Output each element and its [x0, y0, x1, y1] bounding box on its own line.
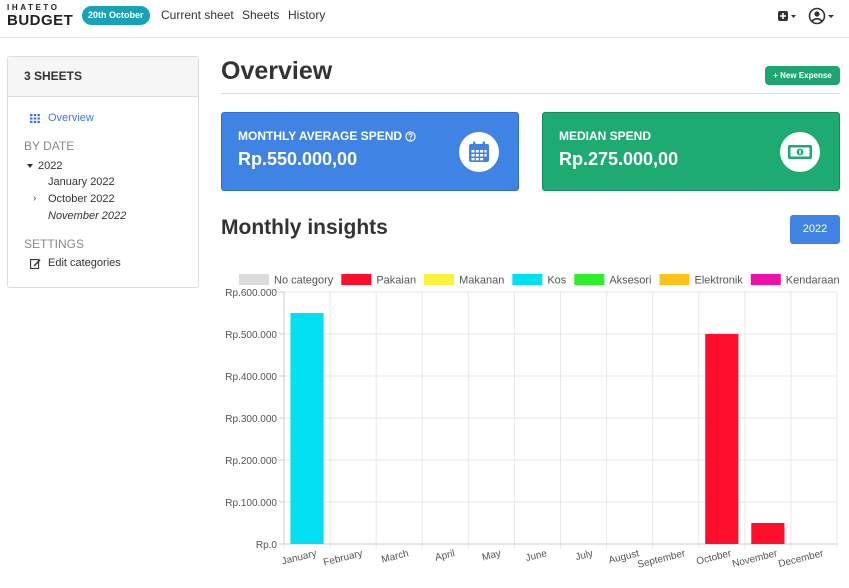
- legend-label: Aksesori: [609, 275, 651, 287]
- legend-swatch: [424, 274, 455, 285]
- sidebar-item-overview-label: Overview: [48, 112, 94, 124]
- legend-swatch: [239, 274, 269, 285]
- add-menu-button[interactable]: [777, 8, 799, 24]
- monthly-insights-title: Monthly insights: [221, 216, 388, 239]
- user-menu-button[interactable]: [808, 6, 836, 26]
- bar-pakaian-october: [705, 334, 739, 544]
- y-tick-label: Rp.400.000: [225, 372, 277, 383]
- x-tick-label: September: [636, 548, 687, 571]
- x-tick-label: June: [524, 548, 548, 564]
- logo-bottom-text: BUDGET: [7, 12, 74, 29]
- legend-label: Pakaian: [376, 275, 416, 287]
- plus-square-icon: [778, 11, 796, 21]
- sidebar-header: 3 SHEETS: [8, 57, 198, 97]
- sidebar-item-edit-categories[interactable]: Edit categories: [30, 257, 121, 269]
- user-circle-icon: [808, 7, 834, 25]
- app-logo[interactable]: IHATETO BUDGET: [7, 3, 73, 31]
- bar-chart-svg: No category Pakaian Makanan Kos Aksesori Elek…: [225, 274, 840, 571]
- top-navbar: IHATETO BUDGET 20th October Current shee…: [0, 0, 849, 38]
- x-tick-label: December: [777, 548, 825, 570]
- legend-swatch: [659, 274, 690, 285]
- calendar-icon: [469, 141, 489, 162]
- y-tick-label: Rp.500.000: [225, 330, 277, 341]
- legend-label: No category: [274, 275, 334, 287]
- sidebar: 3 SHEETS Overview BY DATE 2022 January 2…: [7, 56, 199, 288]
- year-select-button[interactable]: 2022: [790, 215, 840, 244]
- legend-swatch: [512, 274, 543, 285]
- page-title: Overview: [221, 57, 333, 85]
- sidebar-section-by-date: BY DATE: [24, 139, 75, 153]
- x-tick-label: April: [434, 548, 456, 564]
- title-divider: [221, 93, 840, 94]
- sidebar-item-november-2022[interactable]: November 2022: [48, 210, 126, 222]
- median-spend-value: Rp.275.000,00: [559, 149, 679, 169]
- x-tick-label: October: [695, 548, 733, 567]
- x-tick-label: February: [322, 548, 363, 568]
- x-tick-label: November: [731, 548, 779, 570]
- monthly-average-label: MONTHLY AVERAGE SPEND: [238, 129, 403, 143]
- median-spend-card: MEDIAN SPEND Rp.275.000,00: [542, 112, 840, 191]
- grid-icon: [30, 113, 40, 123]
- question-circle-icon[interactable]: [405, 130, 416, 142]
- legend-swatch: [341, 274, 372, 285]
- new-expense-label: New Expense: [780, 71, 832, 80]
- date-badge: 20th October: [82, 6, 150, 25]
- money-icon: [788, 145, 812, 159]
- sidebar-item-january-2022[interactable]: January 2022: [48, 176, 115, 188]
- y-tick-label: Rp.300.000: [225, 414, 277, 425]
- legend-label: Elektronik: [695, 275, 744, 287]
- caret-down-icon: [27, 164, 33, 168]
- sidebar-item-october-2022[interactable]: October 2022: [48, 193, 115, 205]
- chevron-right-icon[interactable]: ›: [33, 193, 36, 204]
- monthly-average-value: Rp.550.000,00: [238, 149, 358, 169]
- legend-swatch: [574, 274, 605, 285]
- nav-link-sheets[interactable]: Sheets: [242, 8, 279, 23]
- calendar-icon-badge: [459, 132, 499, 172]
- legend-label: Makanan: [459, 275, 504, 287]
- x-tick-label: March: [380, 548, 410, 565]
- legend-label: Kendaraan: [786, 275, 840, 287]
- logo-top-text: IHATETO: [7, 3, 60, 12]
- sidebar-item-edit-categories-label: Edit categories: [48, 257, 121, 269]
- sidebar-section-settings: SETTINGS: [24, 237, 85, 251]
- edit-icon: [30, 258, 41, 269]
- bar-kos-january: [290, 313, 324, 544]
- y-tick-label: Rp.0: [256, 540, 278, 551]
- x-tick-label: May: [481, 548, 502, 563]
- monthly-average-card: MONTHLY AVERAGE SPEND Rp.550.000,00: [221, 112, 519, 191]
- bar-pakaian-november: [751, 523, 785, 544]
- legend-swatch: [750, 274, 781, 285]
- new-expense-button[interactable]: + New Expense: [765, 66, 840, 85]
- sidebar-item-overview[interactable]: Overview: [30, 112, 94, 124]
- nav-link-current-sheet[interactable]: Current sheet: [161, 8, 234, 23]
- money-icon-badge: [780, 132, 820, 172]
- monthly-insights-chart: No category Pakaian Makanan Kos Aksesori Elek…: [221, 262, 846, 582]
- y-tick-label: Rp.600.000: [225, 288, 277, 299]
- x-tick-label: July: [574, 548, 594, 563]
- x-tick-label: January: [281, 548, 318, 567]
- nav-link-history[interactable]: History: [288, 8, 325, 23]
- sidebar-year-toggle[interactable]: 2022: [27, 160, 62, 172]
- y-tick-label: Rp.100.000: [225, 498, 277, 509]
- sidebar-year-label: 2022: [38, 160, 63, 172]
- legend-label: Kos: [547, 275, 566, 287]
- y-tick-label: Rp.200.000: [225, 456, 277, 467]
- median-spend-label: MEDIAN SPEND: [559, 129, 652, 143]
- x-tick-label: August: [607, 548, 640, 566]
